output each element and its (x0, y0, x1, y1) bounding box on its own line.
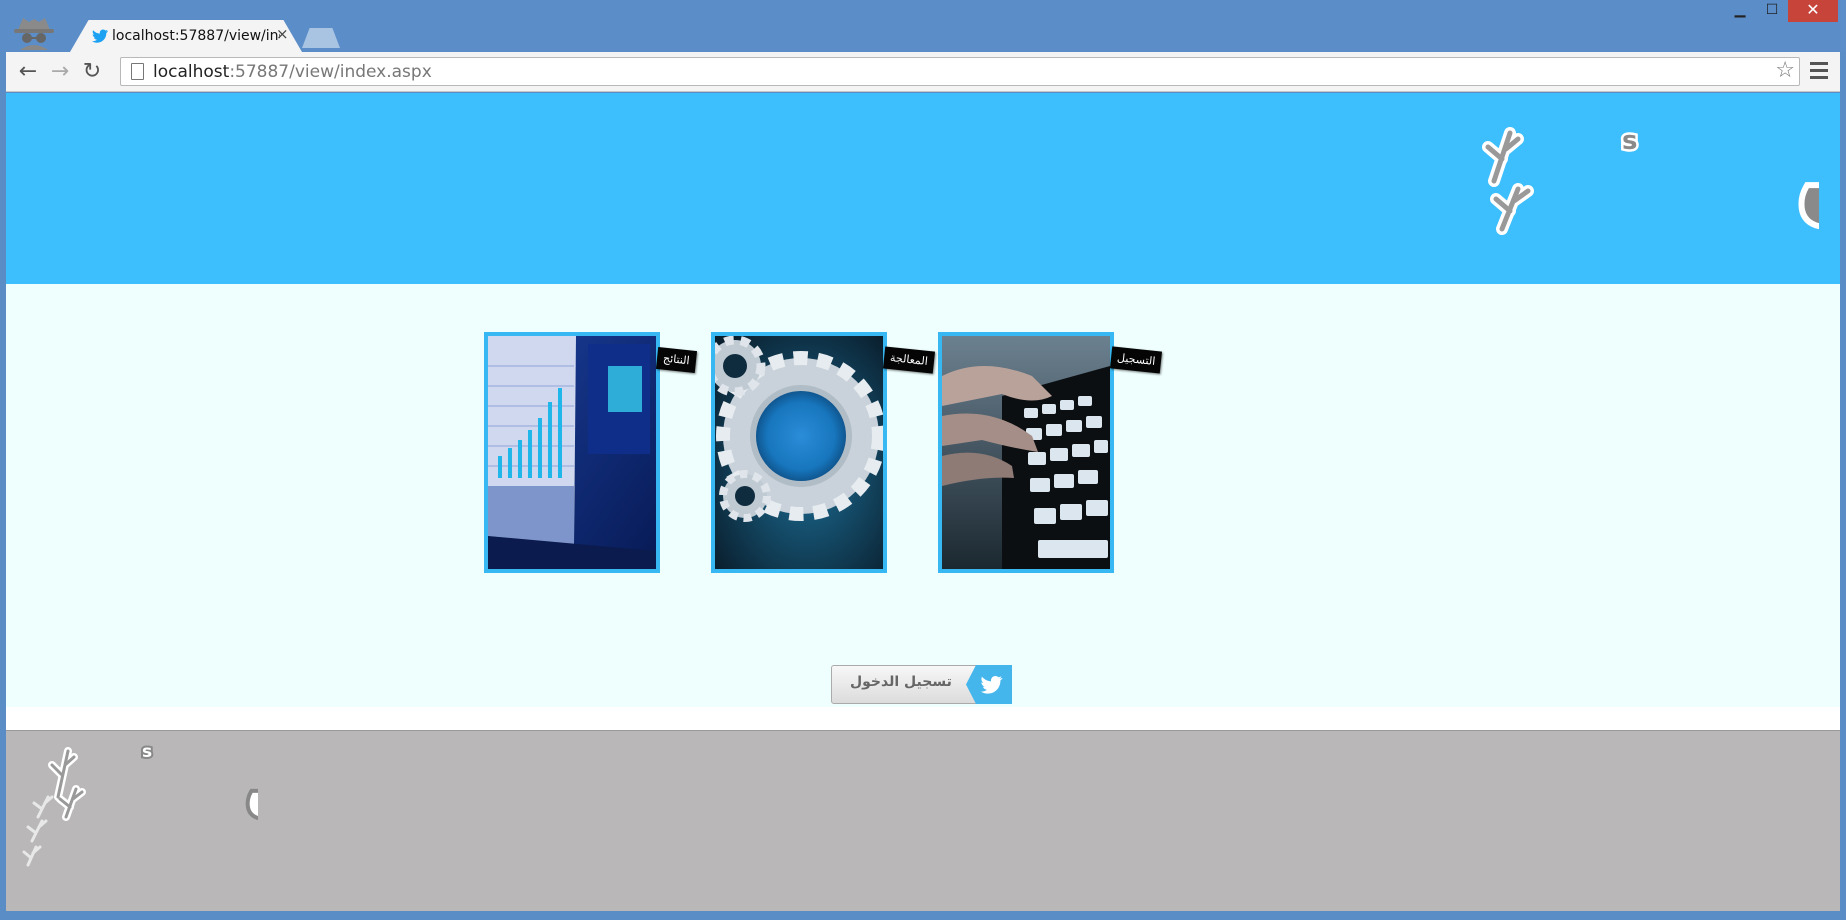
browser-tab[interactable]: localhost:57887/view/index.aspx × (70, 20, 302, 52)
page-viewport: تويتش s (6, 93, 1840, 911)
keyboard-typing-image (942, 336, 1110, 569)
main-content: النتائج المعالجة التسجيل تسجيل الدخول (6, 284, 1840, 707)
maximize-button[interactable]: ☐ (1758, 0, 1786, 22)
footer-logo-sup: s (142, 742, 152, 762)
processing-label: المعالجة (882, 346, 935, 374)
footer-logo: تويتش s (22, 740, 258, 867)
url-host: localhost (153, 62, 230, 82)
url-path: :57887/view/index.aspx (229, 62, 432, 82)
login-label: تسجيل الدخول (850, 674, 952, 690)
logo-text: تويتش (1799, 124, 1819, 224)
twitter-favicon-icon (92, 29, 108, 43)
page-icon (131, 63, 144, 80)
logo-sup: s (1622, 126, 1637, 156)
menu-icon[interactable] (1810, 62, 1828, 83)
site-header: تويتش s (6, 93, 1840, 284)
url-text: localhost:57887/view/index.aspx (153, 62, 432, 82)
reload-icon[interactable]: ↻ (78, 58, 106, 86)
analytics-chart-image (488, 336, 656, 569)
site-logo: تويتش s (1482, 119, 1819, 235)
new-tab-button[interactable] (302, 28, 340, 48)
back-arrow-icon[interactable]: ← (14, 58, 42, 86)
bookmark-star-icon[interactable]: ☆ (1775, 58, 1795, 83)
forward-arrow-icon[interactable]: → (46, 58, 74, 86)
results-card[interactable] (484, 332, 660, 573)
minimize-button[interactable]: ▁ (1726, 0, 1754, 22)
tab-title: localhost:57887/view/index.aspx (112, 28, 280, 44)
registration-label: التسجيل (1109, 346, 1163, 374)
twitter-login-button[interactable]: تسجيل الدخول (831, 665, 1012, 704)
registration-card[interactable] (938, 332, 1114, 573)
results-label: النتائج (655, 347, 697, 373)
incognito-icon (14, 18, 54, 50)
close-window-button[interactable]: ✕ (1788, 0, 1838, 22)
processing-card[interactable] (711, 332, 887, 573)
tab-close-icon[interactable]: × (276, 25, 289, 43)
footer-bird-feet-icon (22, 747, 86, 867)
footer-logo-text: تويتش (246, 749, 258, 818)
browser-toolbar: ← → ↻ localhost:57887/view/index.aspx ☆ (6, 52, 1840, 92)
address-bar[interactable]: localhost:57887/view/index.aspx ☆ (120, 57, 1800, 86)
window-titlebar: localhost:57887/view/index.aspx × ▁ ☐ ✕ (0, 0, 1846, 52)
site-footer: تويتش s (6, 730, 1840, 911)
gears-image (715, 336, 883, 569)
twitter-bird-icon (966, 665, 1012, 704)
